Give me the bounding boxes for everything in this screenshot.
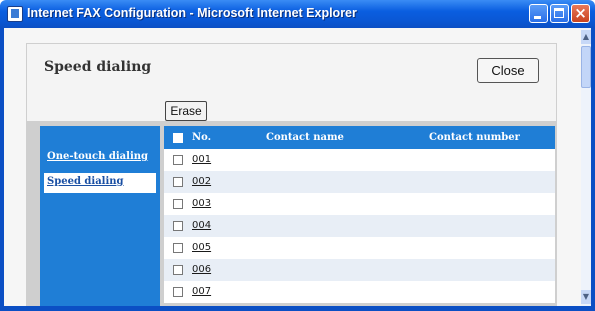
maximize-icon (554, 8, 564, 18)
row-checkbox[interactable] (173, 199, 183, 209)
select-all-checkbox[interactable] (173, 133, 183, 143)
table-row: 003 (164, 193, 555, 215)
window-titlebar[interactable]: Internet FAX Configuration - Microsoft I… (0, 0, 595, 28)
close-window-button[interactable]: × (571, 4, 590, 23)
sidebar-item-speed-dialing-active[interactable]: Speed dialing (44, 173, 156, 193)
row-checkbox[interactable] (173, 221, 183, 231)
row-checkbox[interactable] (173, 243, 183, 253)
table-row: 006 (164, 259, 555, 281)
close-icon: × (574, 4, 587, 22)
vertical-scrollbar[interactable]: ▲ ▼ (581, 28, 591, 306)
entry-number-link[interactable]: 005 (192, 242, 211, 253)
page-content: Speed dialing Close Erase One-touch dial… (4, 28, 581, 306)
entry-number-link[interactable]: 004 (192, 220, 211, 231)
sidebar: One-touch dialing Speed dialing (40, 126, 160, 306)
erase-button[interactable]: Erase (165, 101, 207, 121)
table-row: 001 (164, 149, 555, 171)
table-row: 007 (164, 281, 555, 303)
ie-page-icon (7, 6, 23, 22)
table-row: 002 (164, 171, 555, 193)
maximize-button[interactable] (550, 4, 569, 23)
row-checkbox[interactable] (173, 177, 183, 187)
entry-number-link[interactable]: 001 (192, 154, 211, 165)
row-checkbox[interactable] (173, 287, 183, 297)
entry-number-link[interactable]: 003 (192, 198, 211, 209)
table-row: 004 (164, 215, 555, 237)
entry-number-link[interactable]: 002 (192, 176, 211, 187)
column-header-contact-name: Contact name (266, 132, 344, 143)
column-header-no: No. (192, 132, 212, 143)
window-frame-bottom (0, 306, 595, 311)
speed-dial-table: No. Contact name Contact number 001 002 … (164, 126, 555, 303)
entry-number-link[interactable]: 006 (192, 264, 211, 275)
minimize-button[interactable] (529, 4, 548, 23)
table-header: No. Contact name Contact number (164, 126, 555, 149)
scrollbar-thumb[interactable] (581, 46, 591, 88)
window-title: Internet FAX Configuration - Microsoft I… (27, 6, 357, 20)
row-checkbox[interactable] (173, 155, 183, 165)
minimize-icon (534, 16, 541, 19)
scroll-down-arrow-icon[interactable]: ▼ (581, 290, 591, 304)
close-button[interactable]: Close (477, 58, 539, 83)
sidebar-item-one-touch-dialing[interactable]: One-touch dialing (47, 151, 148, 162)
window-frame-right (591, 28, 595, 311)
page-title: Speed dialing (44, 59, 152, 75)
scroll-up-arrow-icon[interactable]: ▲ (581, 30, 591, 44)
column-header-contact-number: Contact number (429, 132, 520, 143)
table-row: 005 (164, 237, 555, 259)
sidebar-item-speed-dialing[interactable]: Speed dialing (47, 176, 124, 187)
entry-number-link[interactable]: 007 (192, 286, 211, 297)
row-checkbox[interactable] (173, 265, 183, 275)
